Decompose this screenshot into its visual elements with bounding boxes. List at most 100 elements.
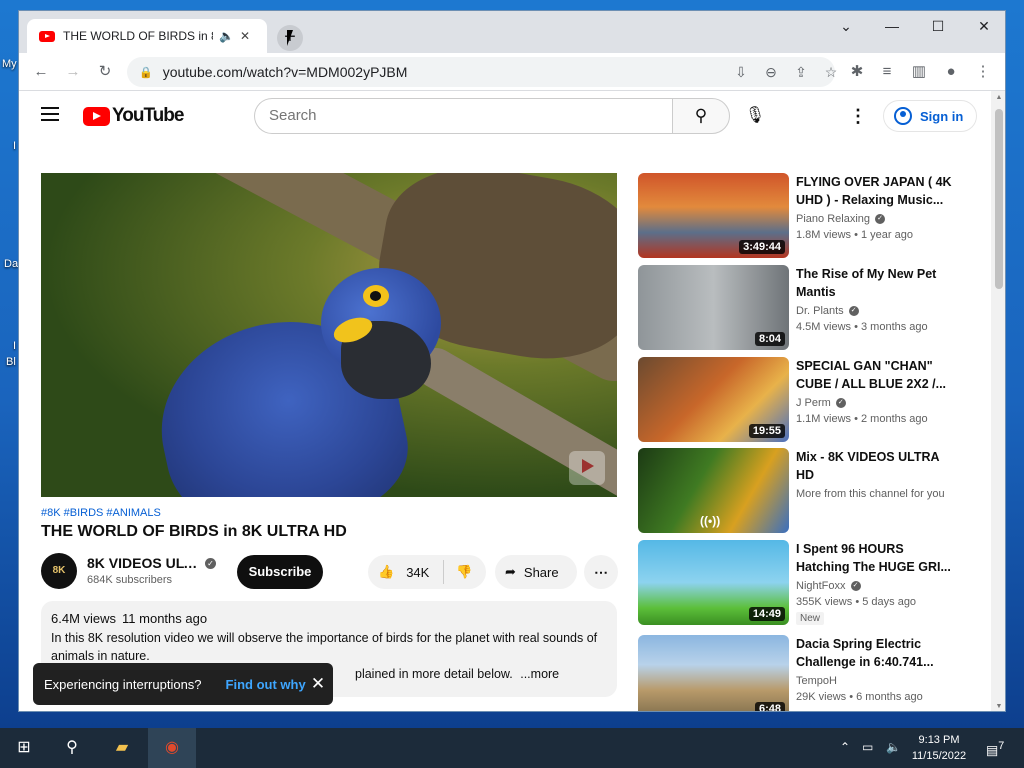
- channel-name[interactable]: NightFoxx ✓: [796, 580, 861, 592]
- recommended-video[interactable]: 19:55 SPECIAL GAN "CHAN" CUBE / ALL BLUE…: [638, 357, 978, 443]
- video-title[interactable]: The Rise of My New Pet Mantis: [796, 265, 956, 301]
- like-button[interactable]: 👍 34K: [368, 560, 444, 584]
- tray-chevron-icon[interactable]: ⌃: [840, 740, 850, 754]
- channel-name[interactable]: TempoH: [796, 675, 837, 687]
- maximize-button[interactable]: ☐: [915, 11, 961, 41]
- video-title[interactable]: I Spent 96 HOURS Hatching The HUGE GRI..…: [796, 540, 956, 576]
- desktop-icon-label[interactable]: My: [2, 58, 17, 70]
- menu-icon[interactable]: [41, 107, 59, 121]
- extensions-icon[interactable]: ✱: [845, 60, 869, 84]
- speaker-icon[interactable]: 🔈: [219, 29, 234, 43]
- browser-tab[interactable]: THE WORLD OF BIRDS in 8K 🔈 ✕: [27, 19, 267, 53]
- network-icon[interactable]: ▭: [862, 740, 873, 754]
- thumbs-down-icon: 👎: [456, 564, 473, 579]
- upload-age: 3 months ago: [861, 321, 928, 333]
- video-title[interactable]: SPECIAL GAN "CHAN" CUBE / ALL BLUE 2X2 /…: [796, 357, 956, 393]
- channel-name[interactable]: Piano Relaxing ✓: [796, 213, 885, 225]
- bookmark-star-icon[interactable]: ☆: [819, 60, 843, 84]
- desktop-icon-label[interactable]: I: [13, 340, 16, 352]
- channel-name[interactable]: Dr. Plants ✓: [796, 305, 859, 317]
- subscribe-button[interactable]: Subscribe: [237, 555, 323, 589]
- video-thumbnail[interactable]: 6:48: [638, 635, 789, 711]
- interruption-toast: Experiencing interruptions? Find out why…: [33, 663, 333, 705]
- video-duration: 14:49: [748, 607, 785, 621]
- video-stats: 1.8M views • 1 year ago: [796, 229, 913, 241]
- tab-search-button[interactable]: ⌄: [823, 11, 869, 41]
- video-thumbnail[interactable]: 3:49:44: [638, 173, 789, 258]
- search-button[interactable]: ⚲: [672, 98, 730, 134]
- close-window-button[interactable]: ✕: [961, 11, 1005, 41]
- recommended-video[interactable]: 14:49 I Spent 96 HOURS Hatching The HUGE…: [638, 540, 978, 626]
- share-button[interactable]: ➦ Share: [495, 555, 577, 589]
- more-actions-button[interactable]: ⋯: [584, 555, 618, 589]
- recommended-video[interactable]: 6:48 Dacia Spring Electric Challenge in …: [638, 635, 978, 711]
- settings-menu-icon[interactable]: ⋮: [845, 103, 871, 129]
- media-control-icon[interactable]: ≡: [875, 60, 899, 84]
- channel-name[interactable]: J Perm ✓: [796, 397, 846, 409]
- lock-icon[interactable]: 🔒: [139, 66, 153, 79]
- volume-icon[interactable]: 🔈: [886, 740, 901, 754]
- scroll-down-icon[interactable]: ▼: [991, 703, 1005, 710]
- address-bar[interactable]: 🔒 youtube.com/watch?v=MDM002yPJBM ⇩ ⊖ ⇪ …: [127, 57, 837, 87]
- like-count: 34K: [406, 564, 430, 580]
- chrome-menu-icon[interactable]: ⋮: [971, 60, 995, 84]
- desktop-icon-label[interactable]: Da: [4, 258, 18, 270]
- video-stats: 1.1M views • 2 months ago: [796, 413, 928, 425]
- notification-count: 7: [998, 740, 1005, 752]
- system-clock[interactable]: 9:13 PM 11/15/2022: [908, 732, 970, 764]
- verified-icon: ✓: [875, 214, 885, 225]
- video-title: THE WORLD OF BIRDS in 8K ULTRA HD: [41, 523, 347, 540]
- video-player[interactable]: [41, 173, 617, 497]
- channel-watermark-icon[interactable]: [569, 451, 605, 485]
- page-scrollbar[interactable]: ▲ ▼: [991, 91, 1005, 711]
- reload-icon[interactable]: ↻: [93, 60, 117, 84]
- toast-close-icon[interactable]: ✕: [307, 673, 329, 695]
- search-input[interactable]: Search: [254, 98, 672, 134]
- dislike-button[interactable]: 👎: [444, 564, 472, 580]
- notifications-icon[interactable]: ▤7: [986, 740, 1004, 758]
- scroll-up-icon[interactable]: ▲: [991, 94, 1005, 101]
- video-hashtags[interactable]: #8K #BIRDS #ANIMALS: [41, 507, 161, 519]
- channel-label: Piano Relaxing: [796, 213, 870, 225]
- forward-icon[interactable]: →: [61, 60, 85, 84]
- verified-icon: ✓: [835, 398, 846, 409]
- profile-icon[interactable]: ●: [939, 60, 963, 84]
- minimize-button[interactable]: —: [869, 11, 915, 41]
- desktop-icon-label[interactable]: I: [13, 140, 16, 152]
- windows-start-icon[interactable]: ⊞: [0, 728, 48, 768]
- channel-label: J Perm: [796, 397, 831, 409]
- voice-search-icon[interactable]: 🎙: [737, 98, 773, 134]
- share-page-icon[interactable]: ⇪: [789, 60, 813, 84]
- video-duration: 19:55: [748, 424, 785, 438]
- install-app-icon[interactable]: ⇩: [729, 60, 753, 84]
- video-thumbnail[interactable]: 19:55: [638, 357, 789, 442]
- view-count: 29K views: [796, 691, 847, 703]
- recommended-mix[interactable]: ((•)) Mix - 8K VIDEOS ULTRA HD More from…: [638, 448, 978, 534]
- tab-close-icon[interactable]: ✕: [240, 29, 250, 43]
- scrollbar-thumb[interactable]: [995, 109, 1003, 289]
- mix-thumbnail[interactable]: ((•)): [638, 448, 789, 533]
- desktop-icon-label[interactable]: Bl: [6, 356, 16, 368]
- more-link[interactable]: ...more: [520, 667, 559, 681]
- video-title[interactable]: Mix - 8K VIDEOS ULTRA HD: [796, 448, 956, 484]
- search-taskbar-icon[interactable]: ⚲: [48, 728, 96, 768]
- side-panel-icon[interactable]: ▥: [907, 60, 931, 84]
- recommended-video[interactable]: 8:04 The Rise of My New Pet Mantis Dr. P…: [638, 265, 978, 351]
- video-title[interactable]: Dacia Spring Electric Challenge in 6:40.…: [796, 635, 956, 671]
- channel-name[interactable]: 8K VIDEOS ULTRA HD: [87, 555, 202, 571]
- youtube-logo[interactable]: YouTube: [83, 105, 184, 127]
- url-text[interactable]: youtube.com/watch?v=MDM002yPJBM: [163, 64, 408, 80]
- sign-in-button[interactable]: Sign in: [883, 100, 977, 132]
- zoom-icon[interactable]: ⊖: [759, 60, 783, 84]
- back-icon[interactable]: ←: [29, 60, 53, 84]
- file-explorer-icon[interactable]: ▰: [98, 728, 146, 768]
- video-thumbnail[interactable]: 14:49: [638, 540, 789, 625]
- recommended-video[interactable]: 3:49:44 FLYING OVER JAPAN ( 4K UHD ) - R…: [638, 173, 978, 259]
- video-thumbnail[interactable]: 8:04: [638, 265, 789, 350]
- video-title[interactable]: FLYING OVER JAPAN ( 4K UHD ) - Relaxing …: [796, 173, 956, 209]
- verified-icon: ✓: [205, 558, 216, 569]
- chrome-taskbar-icon[interactable]: ◉: [148, 728, 196, 768]
- channel-avatar[interactable]: 8K: [41, 553, 77, 589]
- thumbs-up-icon: 👍: [378, 564, 395, 579]
- find-out-why-link[interactable]: Find out why: [226, 677, 306, 692]
